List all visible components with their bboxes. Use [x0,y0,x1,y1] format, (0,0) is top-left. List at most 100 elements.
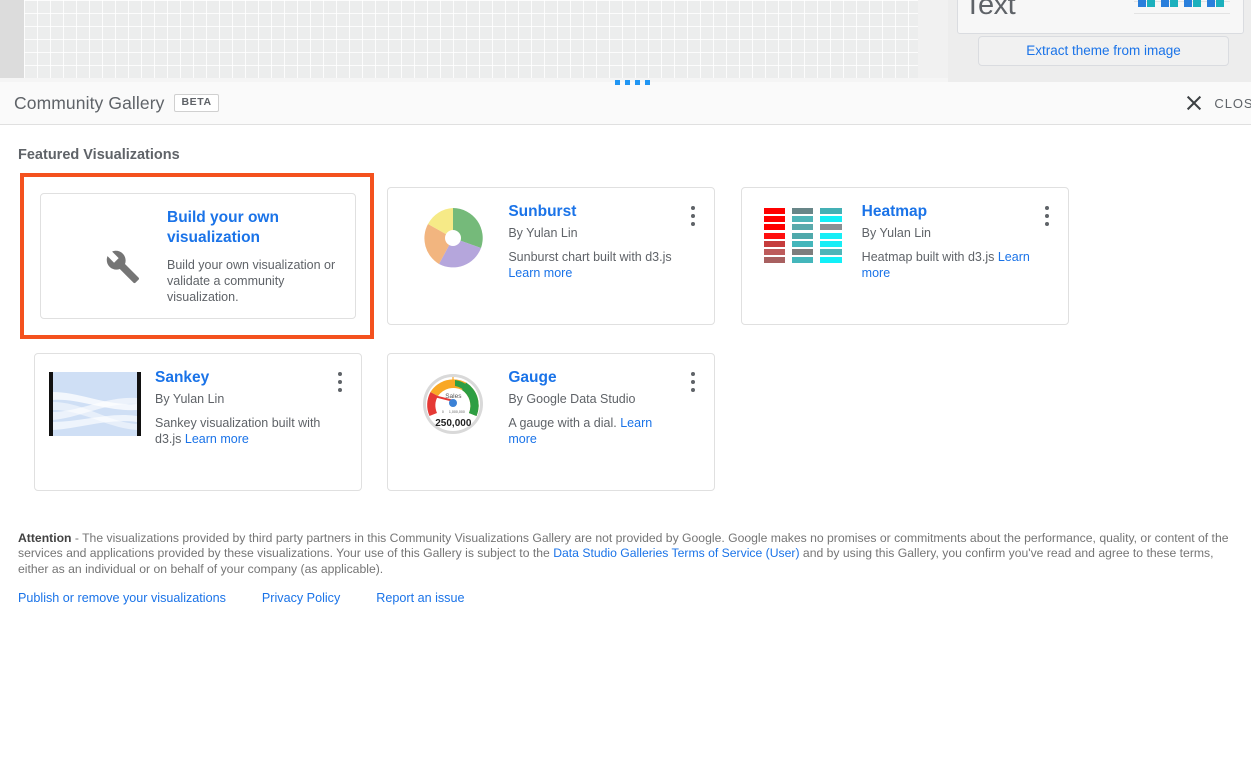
community-gallery-dialog: Community Gallery BETA CLOSE Featured Vi… [0,82,1251,776]
background-report-canvas [24,0,919,78]
heatmap-chart-icon [764,208,842,266]
card-sankey[interactable]: Sankey By Yulan Lin Sankey visualization… [20,339,373,505]
card-heatmap[interactable]: Heatmap By Yulan Lin Heatmap built with … [727,173,1080,339]
gauge-value: 250,000 [421,418,485,429]
card-thumbnail [756,206,848,270]
card-author: By Google Data Studio [508,392,678,406]
card-row: Sankey By Yulan Lin Sankey visualization… [20,339,1080,505]
heatmap-cell [764,224,785,230]
card-surface[interactable]: Build your own visualization Build your … [40,193,356,319]
card-title[interactable]: Build your own visualization [167,208,341,248]
card-row: Build your own visualization Build your … [20,173,1080,339]
heatmap-cell [792,208,813,214]
card-title[interactable]: Heatmap [862,202,1032,221]
heatmap-cell [820,208,841,214]
heatmap-cell [820,249,841,255]
theme-panel: Edge Text Extract theme from image [948,0,1251,82]
heatmap-cell [764,257,785,263]
heatmap-cell [764,233,785,239]
footer-links: Publish or remove your visualizations Pr… [18,591,1251,605]
card-description: Build your own visualization or validate… [167,258,341,305]
card-description: Sankey visualization built with d3.js Le… [155,416,325,447]
card-description: A gauge with a dial. Learn more [508,416,678,447]
heatmap-column [764,208,785,266]
publish-or-remove-link[interactable]: Publish or remove your visualizations [18,591,226,605]
card-overflow-menu-icon[interactable] [329,368,351,398]
sankey-chart-icon [49,372,141,436]
theme-preview-barchart [1134,0,1230,15]
heatmap-cell [792,233,813,239]
sunburst-chart-icon [421,206,485,270]
card-sunburst[interactable]: Sunburst By Yulan Lin Sunburst chart bui… [373,173,726,339]
card-title[interactable]: Gauge [508,368,678,387]
heatmap-cell [792,257,813,263]
card-build-your-own[interactable]: Build your own visualization Build your … [20,173,373,339]
wrench-icon [97,242,143,288]
card-overflow-menu-icon[interactable] [682,202,704,232]
heatmap-cell [820,216,841,222]
card-description-text: A gauge with a dial. [508,416,620,430]
extract-theme-from-image-button[interactable]: Extract theme from image [978,36,1229,66]
screen: Edge Text Extract theme from image Commu… [0,0,1251,776]
card-surface[interactable]: Sales 0 1,000,000 250,000 [387,353,715,491]
report-an-issue-link[interactable]: Report an issue [376,591,464,605]
heatmap-cell [820,241,841,247]
heatmap-cell [820,257,841,263]
heatmap-cell [764,216,785,222]
heatmap-column [820,208,841,266]
attention-label: Attention [18,531,71,545]
card-surface[interactable]: Sunburst By Yulan Lin Sunburst chart bui… [387,187,715,325]
card-overflow-menu-icon[interactable] [1036,202,1058,232]
dialog-drag-handle[interactable] [613,79,649,87]
card-description-text: Heatmap built with d3.js [862,250,998,264]
theme-preview-card: Edge Text [957,0,1244,34]
heatmap-cell [792,249,813,255]
text-sample-label: Text [964,0,1015,22]
dialog-header: Community Gallery BETA CLOSE [0,82,1251,125]
card-title[interactable]: Sankey [155,368,325,387]
heatmap-cell [764,208,785,214]
card-surface[interactable]: Heatmap By Yulan Lin Heatmap built with … [741,187,1069,325]
learn-more-link[interactable]: Learn more [185,432,249,446]
gauge-max-tick: 1,000,000 [449,410,465,414]
visualization-card-grid: Build your own visualization Build your … [20,173,1080,505]
attention-disclaimer: Attention - The visualizations provided … [18,531,1230,577]
heatmap-cell [820,224,841,230]
card-thumbnail [49,372,141,436]
heatmap-cell [764,241,785,247]
card-thumbnail [402,206,494,270]
heatmap-cell [764,249,785,255]
card-overflow-menu-icon[interactable] [682,368,704,398]
page-title: Community Gallery [14,93,164,114]
card-description-text: Sunburst chart built with d3.js [508,250,671,264]
close-button[interactable]: CLOSE [1184,82,1251,124]
close-icon[interactable] [1184,93,1204,113]
card-author: By Yulan Lin [155,392,325,406]
learn-more-link[interactable]: Learn more [508,266,572,280]
heatmap-cell [792,216,813,222]
card-slot-empty [727,339,1080,505]
card-author: By Yulan Lin [508,226,678,240]
gauge-axis-ticks: 0 1,000,000 [421,410,485,414]
background-left-rail [0,0,24,78]
card-gauge[interactable]: Sales 0 1,000,000 250,000 [373,339,726,505]
privacy-policy-link[interactable]: Privacy Policy [262,591,340,605]
card-author: By Yulan Lin [862,226,1032,240]
background-gap [918,0,948,78]
terms-of-service-link[interactable]: Data Studio Galleries Terms of Service (… [553,546,799,560]
gauge-min-tick: 0 [442,410,444,414]
heatmap-cell [820,233,841,239]
card-title[interactable]: Sunburst [508,202,678,221]
heatmap-cell [792,241,813,247]
card-thumbnail: Sales 0 1,000,000 250,000 [402,372,494,436]
background-app: Edge Text Extract theme from image [0,0,1251,82]
card-description: Sunburst chart built with d3.js Learn mo… [508,250,678,281]
card-thumbnail [55,212,147,276]
heatmap-cell [792,224,813,230]
gauge-chart-icon: Sales 0 1,000,000 250,000 [421,372,485,434]
section-title: Featured Visualizations [18,147,1251,163]
card-surface[interactable]: Sankey By Yulan Lin Sankey visualization… [34,353,362,491]
card-description: Heatmap built with d3.js Learn more [862,250,1032,281]
heatmap-column [792,208,813,266]
beta-badge: BETA [174,94,218,112]
